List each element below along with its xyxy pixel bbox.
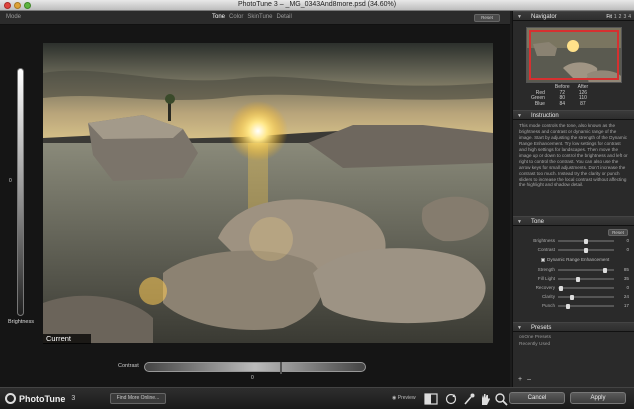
- tone-strength-slider[interactable]: [558, 268, 614, 274]
- eyedropper-tool-icon[interactable]: [462, 392, 476, 406]
- rgb-readout: Before After Red 72 126 Green 80 110 Blu…: [527, 84, 592, 107]
- window-titlebar: PhotoTune 3 – _MG_0343And8more.psd (34.6…: [0, 0, 634, 11]
- hand-tool-icon[interactable]: [478, 392, 492, 406]
- disclosure-triangle-icon[interactable]: ▼: [517, 113, 522, 119]
- apply-button[interactable]: Apply: [570, 392, 626, 404]
- contrast-slider-knob[interactable]: [280, 362, 282, 374]
- tab-skintune[interactable]: SkinTune: [247, 14, 272, 20]
- disclosure-triangle-icon[interactable]: ▼: [517, 219, 522, 225]
- tone-punch-slider[interactable]: [558, 304, 614, 310]
- tone-header[interactable]: ▼ Tone: [513, 216, 634, 227]
- brand: PhotoTune 3: [5, 393, 75, 404]
- tone-controls: Reset Brightness 0 Contrast 0 Dynamic Ra…: [513, 226, 634, 322]
- lake-sunset-photo: [43, 43, 493, 343]
- cancel-button[interactable]: Cancel: [509, 392, 565, 404]
- find-more-online-button[interactable]: Find More Online...: [110, 393, 166, 404]
- tone-strength-row: Strength 85: [537, 267, 629, 274]
- brightness-slider[interactable]: 0 Brightness: [8, 68, 34, 325]
- tone-recovery-slider[interactable]: [558, 286, 614, 292]
- rotate-tool-icon[interactable]: [444, 392, 458, 406]
- current-view-label: Current: [43, 334, 91, 344]
- brightness-zero-label: 0: [9, 178, 12, 184]
- slider-knob[interactable]: [559, 286, 563, 292]
- tone-fill-light-row: Fill Light 35: [537, 276, 629, 283]
- tone-clarity-slider[interactable]: [558, 295, 614, 301]
- tone-contrast-slider[interactable]: [558, 248, 614, 254]
- zoom-level-4[interactable]: 4: [628, 14, 631, 20]
- bottom-bar: PhotoTune 3 Find More Online... ◉ Previe…: [0, 387, 634, 409]
- preset-group-onone[interactable]: onOne Presets: [519, 334, 628, 341]
- brand-name: PhotoTune: [19, 393, 66, 404]
- tab-detail[interactable]: Detail: [276, 14, 291, 20]
- mode-tabs: Tone Color SkinTune Detail: [212, 14, 292, 20]
- tone-title: Tone: [531, 219, 545, 226]
- reset-button[interactable]: Reset: [474, 14, 500, 22]
- navigator-view-frame[interactable]: [528, 30, 619, 80]
- right-panel: ▼ Navigator Fit 1 2 3 4 Before After Red: [512, 11, 634, 387]
- mode-label: Mode: [6, 14, 22, 20]
- brightness-slider-track[interactable]: [17, 68, 24, 316]
- instruction-title: Instruction: [531, 113, 559, 120]
- disclosure-triangle-icon[interactable]: ▼: [517, 325, 522, 331]
- tone-clarity-row: Clarity 24: [541, 294, 629, 301]
- photo-preview[interactable]: [43, 43, 493, 343]
- navigator-header[interactable]: ▼ Navigator Fit 1 2 3 4: [513, 11, 634, 21]
- checkbox-checked-icon[interactable]: [541, 257, 545, 262]
- tone-reset-button[interactable]: Reset: [608, 229, 628, 237]
- instruction-text: This mode controls the tone, also known …: [519, 123, 628, 188]
- preset-group-recent[interactable]: Recently Used: [519, 341, 628, 348]
- presets-list: onOne Presets Recently Used: [513, 332, 634, 350]
- tone-recovery-row: Recovery 0: [535, 285, 629, 292]
- brand-version: 3: [71, 395, 76, 402]
- slider-knob[interactable]: [584, 239, 588, 245]
- slider-knob[interactable]: [575, 277, 580, 283]
- instruction-header[interactable]: ▼ Instruction: [513, 110, 634, 121]
- dynamic-range-enhancement-checkbox[interactable]: Dynamic Range Enhancement: [541, 257, 609, 262]
- slider-knob[interactable]: [602, 268, 607, 274]
- slider-knob[interactable]: [566, 304, 571, 310]
- contrast-slider[interactable]: Contrast 0: [118, 362, 368, 384]
- presets-title: Presets: [531, 325, 552, 332]
- zoom-fit[interactable]: Fit: [606, 14, 612, 20]
- window-title: PhotoTune 3 – _MG_0343And8more.psd (34.6…: [237, 1, 397, 8]
- disclosure-triangle-icon[interactable]: ▼: [517, 14, 522, 20]
- mode-toolbar: Mode Tone Color SkinTune Detail Reset: [0, 11, 510, 25]
- zoom-level-3[interactable]: 3: [623, 14, 626, 20]
- zoom-level-1[interactable]: 1: [614, 14, 617, 20]
- brightness-label: Brightness: [8, 319, 34, 325]
- rgb-row-blue: Blue 84 87: [534, 100, 586, 107]
- onone-logo-icon: [5, 393, 16, 404]
- zoom-level-2[interactable]: 2: [619, 14, 622, 20]
- tone-brightness-slider[interactable]: [558, 239, 614, 245]
- remove-preset-button[interactable]: –: [527, 376, 531, 383]
- tone-contrast-row: Contrast 0: [537, 247, 629, 254]
- contrast-label: Contrast: [118, 363, 139, 369]
- contrast-zero-label: 0: [251, 375, 254, 381]
- navigator-title: Navigator: [531, 14, 557, 20]
- tab-color[interactable]: Color: [229, 14, 243, 20]
- preset-buttons: + –: [518, 376, 531, 383]
- presets-header[interactable]: ▼ Presets: [513, 322, 634, 333]
- contrast-slider-track[interactable]: [144, 362, 366, 374]
- preview-toggle[interactable]: ◉ Preview: [392, 395, 416, 401]
- tone-punch-row: Punch 17: [541, 303, 629, 310]
- slider-knob[interactable]: [584, 248, 588, 254]
- tone-fill-light-slider[interactable]: [558, 277, 614, 283]
- compare-view-icon[interactable]: [424, 392, 438, 406]
- tab-tone[interactable]: Tone: [212, 14, 225, 20]
- navigator-thumbnail[interactable]: [525, 27, 622, 83]
- slider-knob[interactable]: [569, 295, 574, 301]
- add-preset-button[interactable]: +: [518, 376, 522, 383]
- zoom-levels: Fit 1 2 3 4: [606, 14, 631, 20]
- tone-brightness-row: Brightness 0: [533, 238, 629, 245]
- zoom-tool-icon[interactable]: [494, 392, 508, 406]
